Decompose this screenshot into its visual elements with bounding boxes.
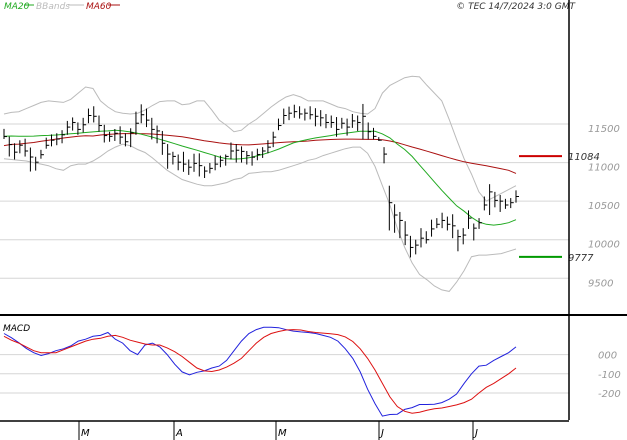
x-tick-label: M [81,428,90,439]
legend-item-ma60: MA60 [86,2,112,12]
legend-item-ma20: MA20 [4,2,30,12]
x-tick-label: M [278,428,287,439]
macd-y-tick-label: -100 [598,370,621,381]
price-y-tick-label: 10000 [588,240,620,251]
price-y-tick-label: 10500 [588,201,620,212]
stock-chart: 110849777 115001100010500100009500 MA20 … [0,0,627,440]
price-y-tick-label: 11000 [588,163,620,174]
support-level-label: 9777 [568,253,594,264]
price-y-tick-label: 9500 [588,278,613,289]
x-tick-label: A [175,428,183,439]
copyright-text: © TEC 14/7/2024 3:0 GMT [456,2,576,12]
macd-y-tick-label: 000 [598,351,617,362]
resistance-level-label: 11084 [568,152,600,163]
legend-item-bbands: BBands [36,2,70,12]
price-y-tick-label: 11500 [588,124,620,135]
macd-title: MACD [3,324,30,334]
macd-y-tick-label: -200 [598,389,621,400]
